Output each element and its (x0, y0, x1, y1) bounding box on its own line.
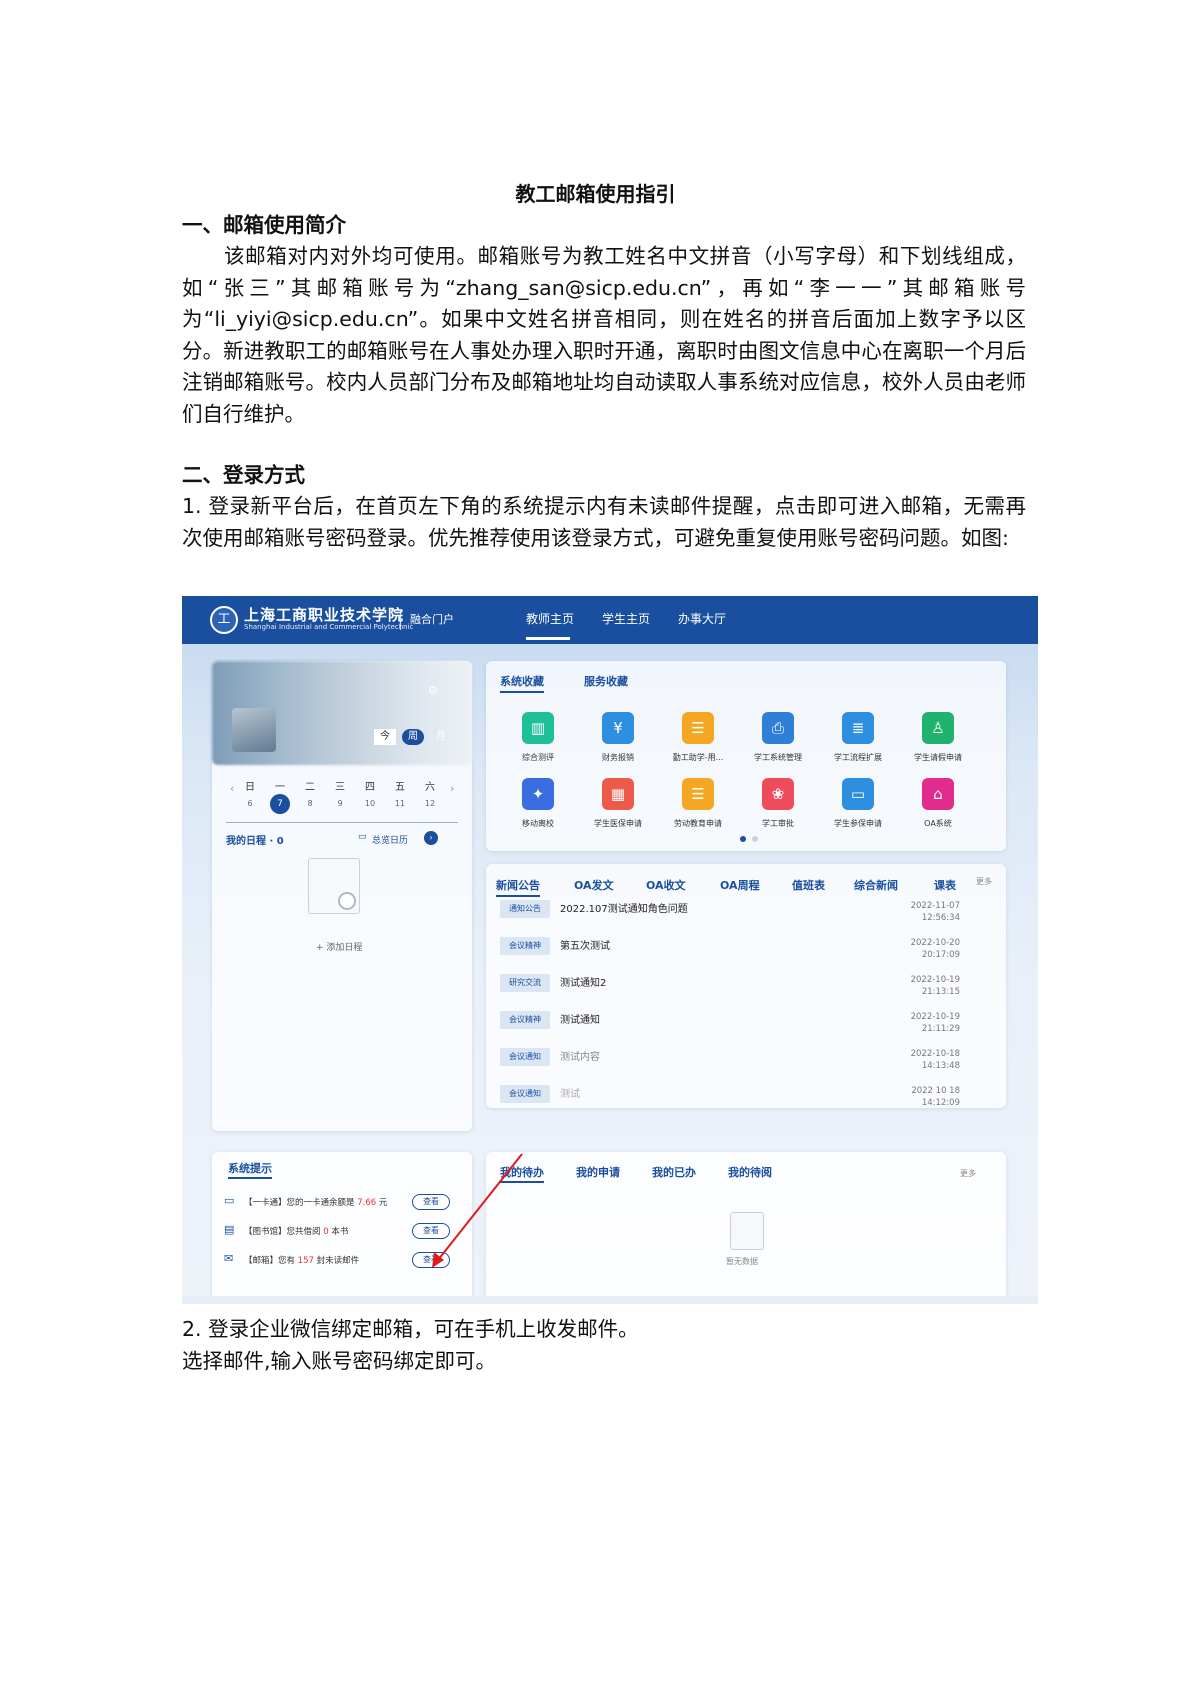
section2-item1: 1. 登录新平台后，在首页左下角的系统提示内有未读邮件提醒，点击即可进入邮箱，无… (182, 494, 1026, 550)
footer-strip (182, 1296, 1038, 1304)
section2-item2: 2. 登录企业微信绑定邮箱，可在手机上收发邮件。 (182, 1317, 639, 1341)
section1-paragraph: 该邮箱对内对外均可使用。邮箱账号为教工姓名中文拼音（小写字母）和下划线组成，如“… (182, 244, 1026, 426)
annotation-arrow-icon (432, 1153, 523, 1268)
page-title: 教工邮箱使用指引 (515, 182, 676, 206)
section2-item2-cont: 选择邮件,输入账号密码绑定即可。 (182, 1349, 497, 1373)
portal-screenshot: 工 上海工商职业技术学院 Shanghai Industrial and Com… (182, 596, 1038, 1304)
section2-heading: 二、登录方式 (182, 463, 305, 487)
section1-heading: 一、邮箱使用简介 (182, 213, 346, 237)
